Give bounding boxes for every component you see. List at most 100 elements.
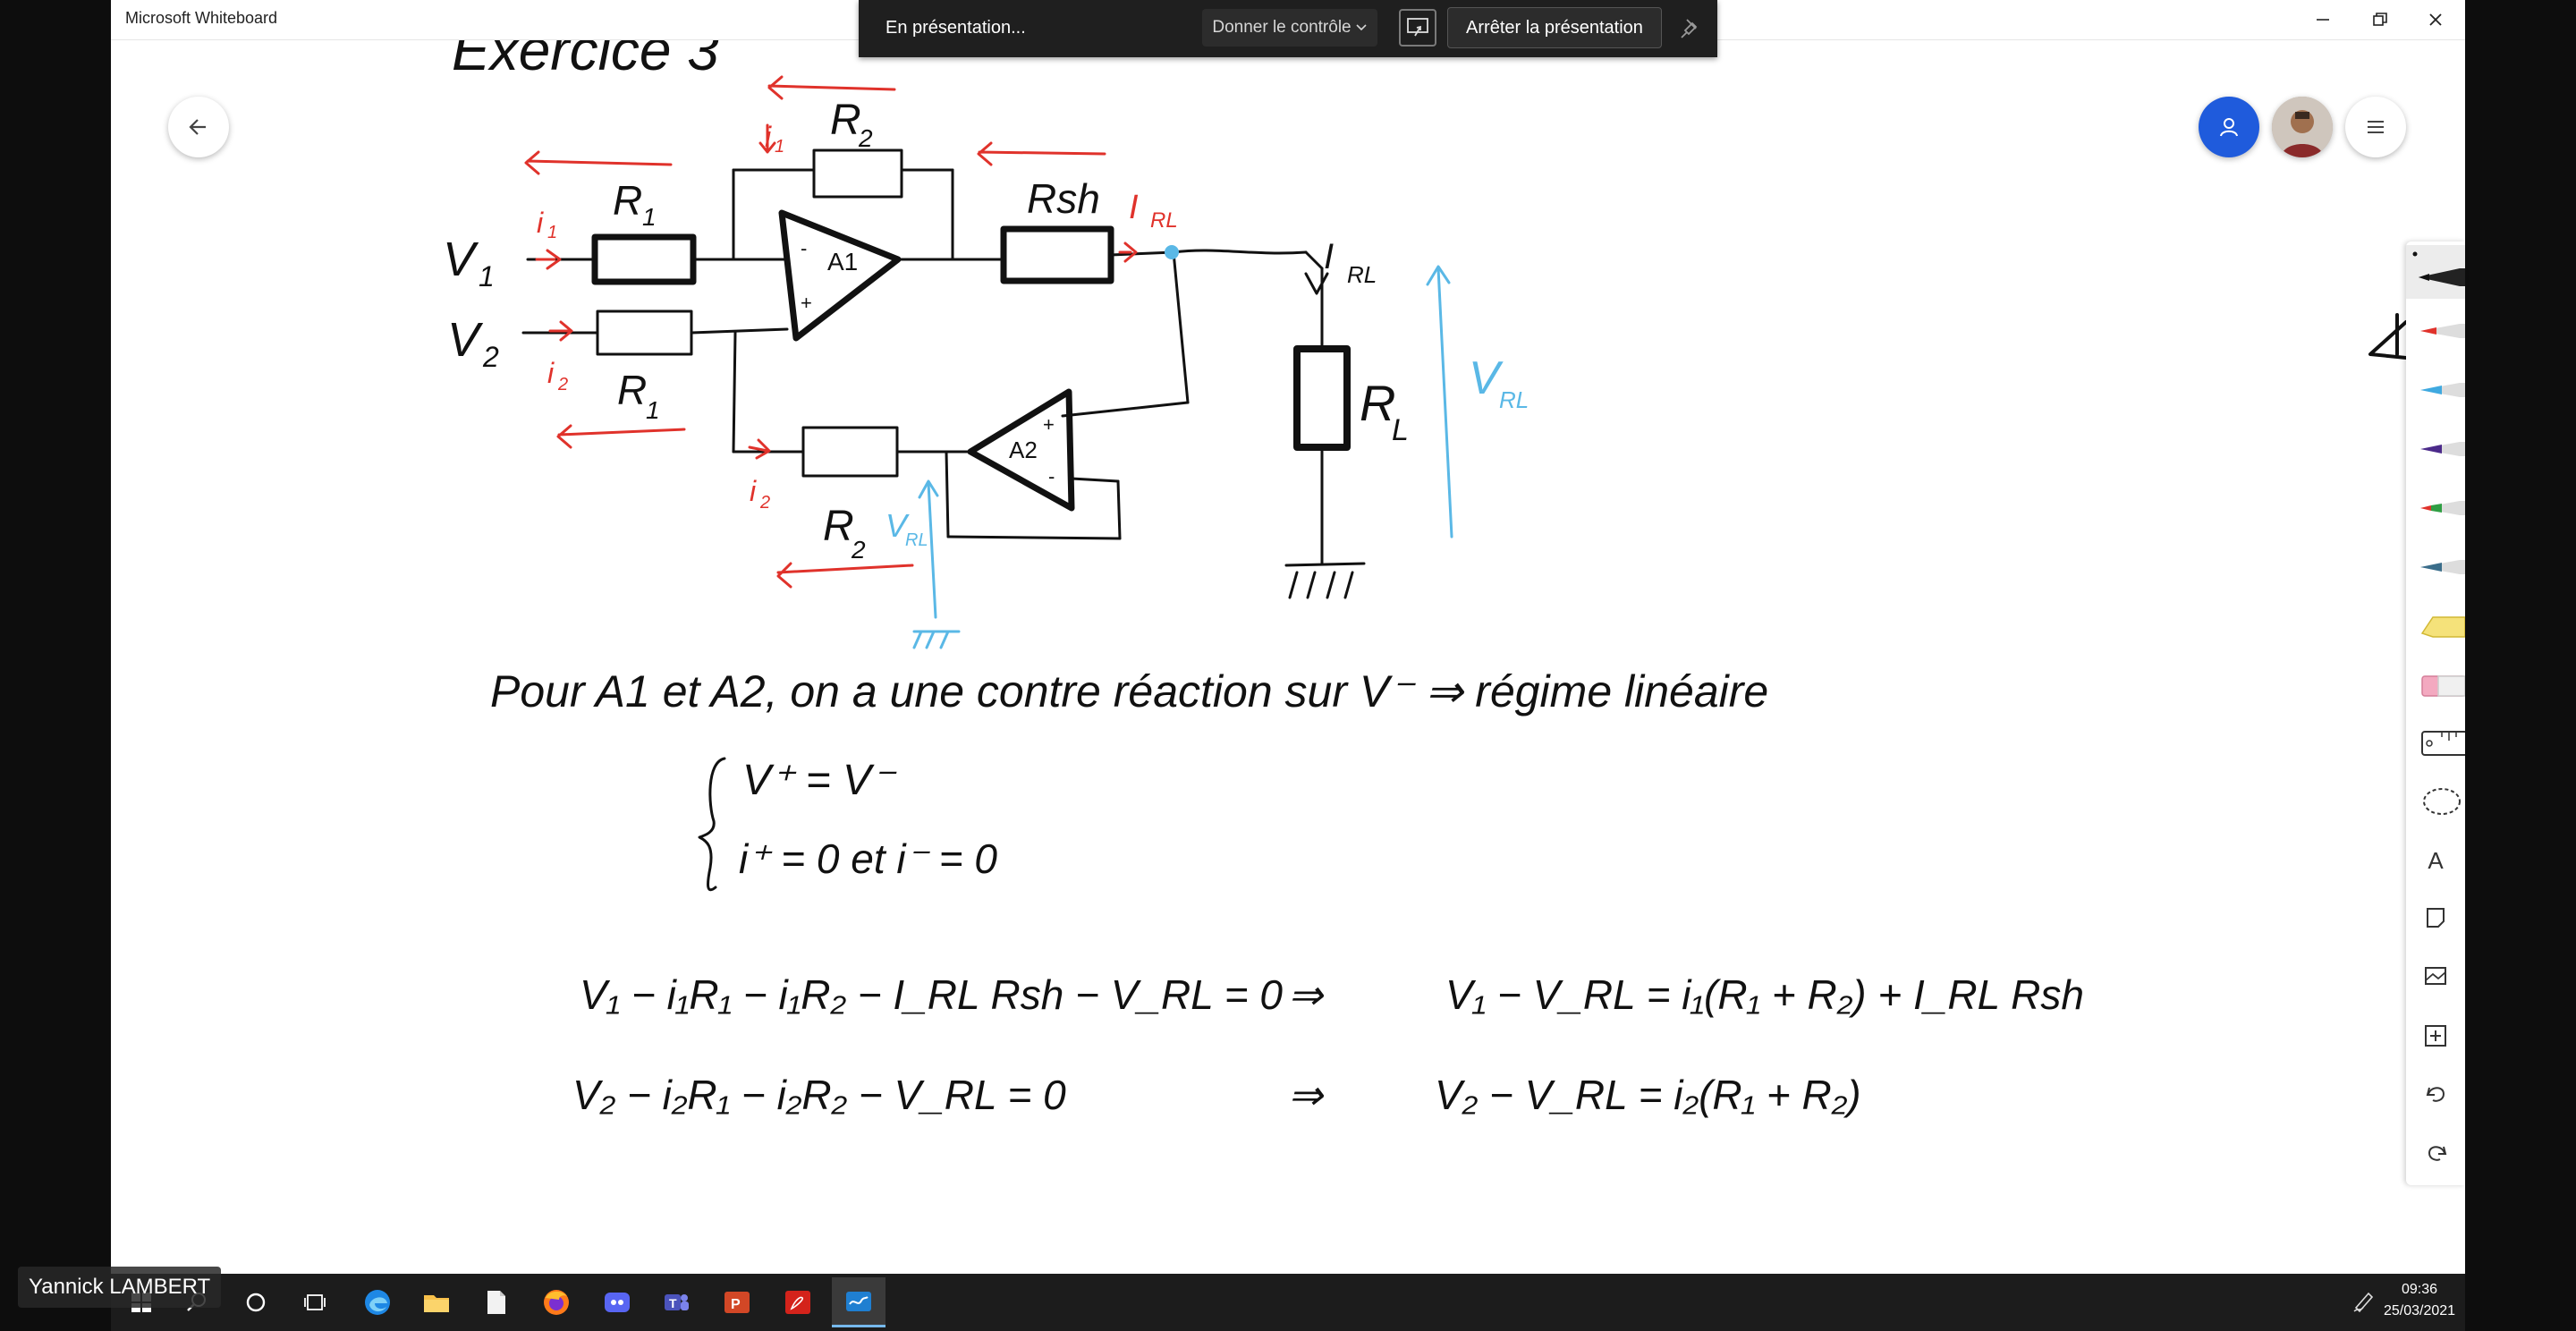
ruler-icon <box>2421 731 2468 756</box>
taskbar-app-powerpoint[interactable]: P <box>710 1277 764 1327</box>
system-line-2: i⁺ = 0 et i⁻ = 0 <box>739 835 997 882</box>
tool-pen-teal[interactable] <box>2406 538 2465 592</box>
back-button[interactable] <box>168 97 229 157</box>
tool-pen-blue[interactable] <box>2406 361 2465 415</box>
label-i1-left: i <box>537 207 544 239</box>
powerpoint-icon: P <box>724 1292 750 1313</box>
redo-icon <box>2428 1146 2447 1161</box>
cast-icon <box>1407 18 1428 37</box>
stop-presenting-button[interactable]: Arrêter la présentation <box>1447 7 1662 48</box>
a1-minus: - <box>801 237 807 259</box>
taskbar-app-explorer[interactable] <box>410 1277 463 1327</box>
tool-undo[interactable] <box>2406 1066 2465 1120</box>
tool-pen-purple[interactable] <box>2406 420 2465 474</box>
taskbar-app-edge[interactable] <box>351 1277 404 1327</box>
pen-multicolor-icon <box>2420 501 2465 515</box>
cortana-icon <box>246 1293 266 1312</box>
close-icon <box>2429 13 2442 26</box>
tool-lasso[interactable] <box>2406 775 2465 828</box>
equation-2-arrow: ⇒ <box>1288 1072 1325 1118</box>
svg-text:RL: RL <box>1499 386 1529 413</box>
pen-black-icon <box>2412 251 2465 286</box>
whiteboard-icon <box>846 1291 871 1311</box>
presenter-name-tag: Yannick LAMBERT <box>18 1267 222 1308</box>
pen-workspace-button[interactable] <box>2351 1288 2376 1313</box>
menu-button[interactable] <box>2345 97 2406 157</box>
equation-1-arrow: ⇒ <box>1288 971 1325 1018</box>
minimize-icon <box>2317 19 2329 21</box>
svg-text:1: 1 <box>646 396 660 424</box>
label-i2-left: i <box>547 357 555 389</box>
tool-sticky-note[interactable] <box>2406 891 2465 945</box>
folder-icon <box>424 1295 449 1312</box>
tool-pen-green[interactable] <box>2406 479 2465 533</box>
svg-text:1: 1 <box>479 260 495 292</box>
image-icon <box>2425 967 2446 985</box>
tool-highlighter[interactable] <box>2406 598 2466 651</box>
person-add-icon <box>2220 118 2238 137</box>
eraser-icon <box>2421 675 2466 697</box>
label-irl: I <box>1324 237 1334 276</box>
taskbar-app-acrobat[interactable] <box>771 1277 825 1327</box>
offscreen-ink <box>2368 313 2408 360</box>
notepad-icon <box>487 1291 505 1314</box>
tool-eraser[interactable] <box>2406 657 2466 710</box>
svg-text:1: 1 <box>547 223 557 242</box>
label-v1: V <box>443 233 479 286</box>
svg-text:P: P <box>731 1297 741 1312</box>
close-button[interactable] <box>2408 0 2463 39</box>
tool-ruler[interactable] <box>2406 716 2468 769</box>
resistor-rl <box>1293 345 1351 451</box>
task-view-button[interactable] <box>288 1277 342 1327</box>
taskbar-app-discord[interactable] <box>590 1277 644 1327</box>
tool-pen-black[interactable] <box>2406 245 2465 299</box>
label-r2-top: R <box>830 97 861 144</box>
share-screen-icon[interactable] <box>1399 9 1436 47</box>
clock-date: 25/03/2021 <box>2383 1303 2456 1318</box>
taskbar-app-whiteboard[interactable] <box>832 1277 886 1327</box>
equation-1-left: V₁ − i₁R₁ − i₁R₂ − I_RL Rsh − V_RL = 0 <box>580 971 1283 1018</box>
system-clock[interactable]: 09:36 25/03/2021 <box>2379 1279 2460 1322</box>
invite-button[interactable] <box>2199 97 2259 157</box>
give-control-label: Donner le contrôle <box>1212 18 1352 37</box>
cortana-button[interactable] <box>229 1277 283 1327</box>
tool-redo[interactable] <box>2406 1125 2465 1179</box>
tool-pen-red[interactable] <box>2406 302 2465 356</box>
tool-text[interactable]: A <box>2406 834 2465 887</box>
tool-image[interactable] <box>2406 950 2465 1004</box>
opamp-a1 <box>778 209 902 342</box>
a2-minus: - <box>1048 465 1055 487</box>
taskbar-app-teams[interactable]: T <box>649 1277 703 1327</box>
label-r2-bottom: R <box>823 503 854 550</box>
minimize-button[interactable] <box>2295 0 2351 39</box>
label-rl: R <box>1360 375 1395 431</box>
pin-icon[interactable] <box>1678 16 1703 41</box>
tool-add[interactable] <box>2406 1009 2465 1063</box>
resistor-rsh <box>1000 225 1114 284</box>
ink-layer: Exercice 3 - + + - A1 A2 V 1 V 2 R 1 R 1… <box>443 39 2408 1118</box>
svg-text:2: 2 <box>851 536 866 564</box>
svg-text:RL: RL <box>1150 208 1178 233</box>
resistor-r2-top <box>812 148 903 199</box>
app-title: Microsoft Whiteboard <box>125 9 278 27</box>
svg-text:L: L <box>1392 413 1409 447</box>
taskbar-app-firefox[interactable] <box>530 1277 583 1327</box>
avatar[interactable] <box>2272 97 2333 157</box>
restore-button[interactable] <box>2352 0 2408 39</box>
svg-text:RL: RL <box>1347 261 1377 288</box>
taskbar-app-notepad[interactable] <box>469 1277 522 1327</box>
hamburger-menu-icon <box>2368 121 2384 133</box>
svg-text:2: 2 <box>557 375 568 394</box>
label-r1-top: R <box>613 177 642 224</box>
label-rsh: Rsh <box>1027 175 1100 222</box>
pen-workspace-icon <box>2353 1292 2374 1313</box>
presenting-status: En présentation... <box>886 18 1026 38</box>
teams-icon: T <box>665 1294 689 1310</box>
node-dot <box>1165 245 1179 259</box>
label-i1-top: i <box>765 121 772 153</box>
svg-text:1: 1 <box>642 203 657 231</box>
statement-line: Pour A1 et A2, on a une contre réaction … <box>490 666 1768 716</box>
firefox-icon <box>544 1290 569 1315</box>
give-control-dropdown[interactable]: Donner le contrôle <box>1202 9 1377 47</box>
label-r1-bottom: R <box>617 367 647 413</box>
